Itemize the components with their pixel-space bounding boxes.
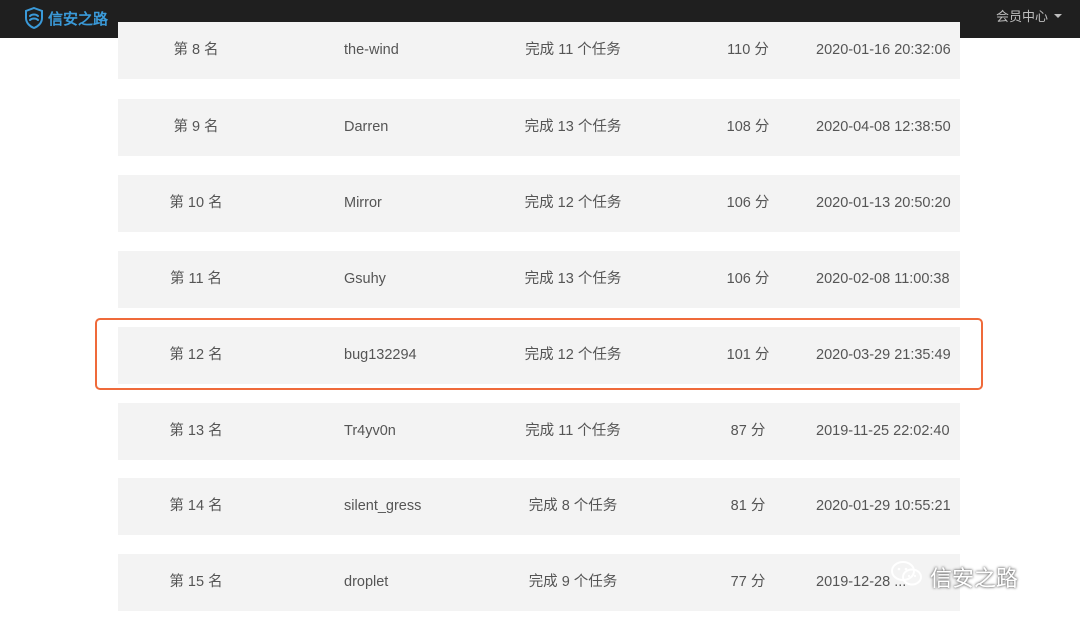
- brand-logo-link[interactable]: 信安之路: [24, 6, 108, 30]
- username-cell: bug132294: [344, 347, 417, 363]
- table-row: 第 9 名 Darren 完成 13 个任务 108 分 2020-04-08 …: [118, 99, 960, 156]
- rank-cell: 第 13 名: [169, 423, 223, 439]
- tasks-cell: 完成 9 个任务: [528, 574, 618, 590]
- time-cell: 2020-02-08 11:00:38: [816, 271, 950, 287]
- score-cell: 77 分: [730, 574, 766, 590]
- tasks-cell: 完成 11 个任务: [525, 423, 621, 439]
- time-cell: 2020-03-29 21:35:49: [816, 347, 951, 363]
- table-row: 第 10 名 Mirror 完成 12 个任务 106 分 2020-01-13…: [118, 175, 960, 232]
- time-cell: 2020-04-08 12:38:50: [816, 119, 951, 135]
- tasks-cell: 完成 12 个任务: [524, 347, 622, 363]
- score-cell: 108 分: [726, 119, 770, 135]
- wechat-icon: [890, 560, 924, 594]
- shield-logo-icon: [24, 7, 44, 29]
- rank-cell: 第 14 名: [169, 498, 223, 514]
- score-cell: 81 分: [730, 498, 766, 514]
- tasks-cell: 完成 13 个任务: [524, 119, 622, 135]
- score-cell: 106 分: [726, 195, 770, 211]
- score-cell: 106 分: [726, 271, 770, 287]
- rank-cell: 第 8 名: [173, 42, 219, 58]
- time-cell: 2020-01-13 20:50:20: [816, 195, 951, 211]
- username-cell: Tr4yv0n: [344, 423, 396, 439]
- tasks-cell: 完成 8 个任务: [528, 498, 618, 514]
- rank-cell: 第 12 名: [169, 347, 223, 363]
- time-cell: 2019-11-25 22:02:40: [816, 423, 950, 439]
- score-cell: 101 分: [726, 347, 770, 363]
- brand-name: 信安之路: [48, 10, 109, 28]
- table-row: 第 15 名 droplet 完成 9 个任务 77 分 2019-12-28 …: [118, 554, 960, 611]
- table-row-highlighted: 第 12 名 bug132294 完成 12 个任务 101 分 2020-03…: [118, 327, 960, 384]
- username-cell: Mirror: [344, 195, 382, 211]
- score-cell: 110 分: [727, 42, 769, 58]
- tasks-cell: 完成 12 个任务: [524, 195, 622, 211]
- score-cell: 87 分: [730, 423, 766, 439]
- username-cell: Darren: [344, 119, 389, 135]
- username-cell: Gsuhy: [344, 271, 386, 287]
- table-row: 第 11 名 Gsuhy 完成 13 个任务 106 分 2020-02-08 …: [118, 251, 960, 308]
- username-cell: silent_gress: [344, 498, 422, 514]
- table-row: 第 8 名 the-wind 完成 11 个任务 110 分 2020-01-1…: [118, 22, 960, 79]
- member-center-label: 会员中心: [995, 8, 1048, 24]
- username-cell: the-wind: [344, 42, 399, 58]
- tasks-cell: 完成 13 个任务: [524, 271, 622, 287]
- watermark-text: 信安之路: [930, 566, 1019, 591]
- watermark: 信安之路: [890, 560, 1018, 594]
- table-row: 第 14 名 silent_gress 完成 8 个任务 81 分 2020-0…: [118, 478, 960, 535]
- rank-cell: 第 11 名: [169, 271, 223, 287]
- rank-cell: 第 9 名: [173, 119, 219, 135]
- rank-cell: 第 15 名: [169, 574, 223, 590]
- time-cell: 2020-01-16 20:32:06: [816, 42, 951, 58]
- member-center-dropdown[interactable]: 会员中心: [996, 0, 1062, 30]
- username-cell: droplet: [344, 574, 389, 590]
- rank-cell: 第 10 名: [169, 195, 223, 211]
- tasks-cell: 完成 11 个任务: [525, 42, 621, 58]
- time-cell: 2020-01-29 10:55:21: [816, 498, 951, 514]
- chevron-down-icon: [1054, 13, 1062, 18]
- table-row: 第 13 名 Tr4yv0n 完成 11 个任务 87 分 2019-11-25…: [118, 403, 960, 460]
